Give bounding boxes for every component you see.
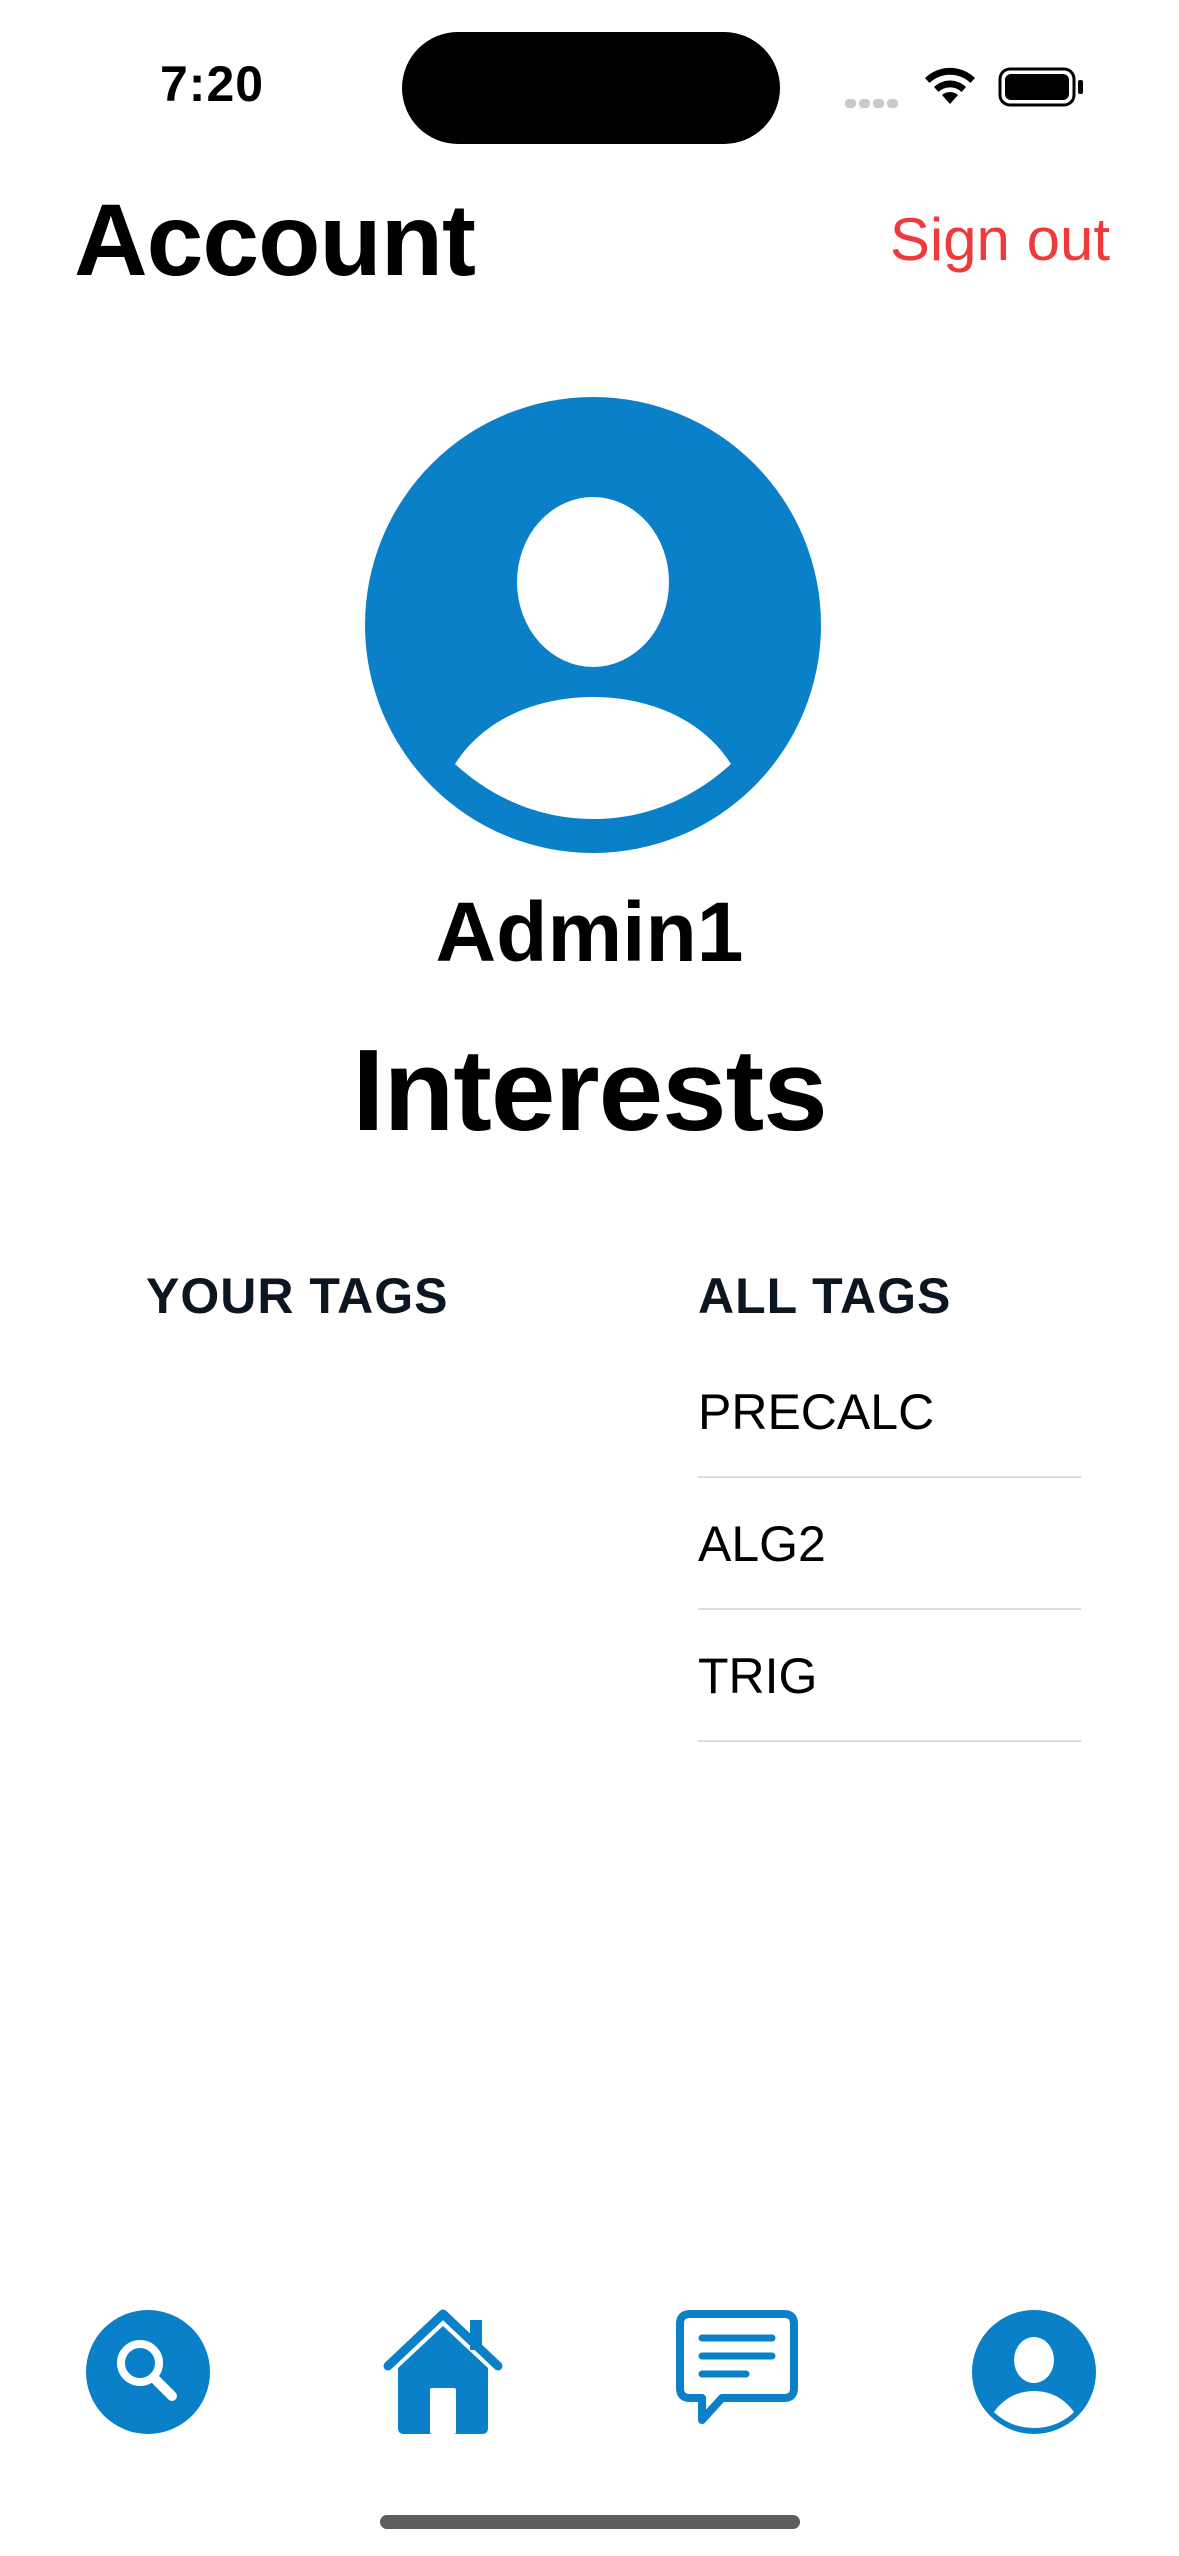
account-icon <box>972 2310 1096 2434</box>
all-tags-list: PRECALC ALG2 TRIG <box>698 1346 1081 1742</box>
wifi-icon <box>922 64 978 111</box>
tag-label: TRIG <box>698 1648 818 1704</box>
tag-item-alg2[interactable]: ALG2 <box>698 1478 1081 1610</box>
all-tags-header: ALL TAGS <box>698 1268 952 1324</box>
search-icon <box>86 2310 210 2434</box>
tab-search[interactable] <box>86 2310 210 2439</box>
username: Admin1 <box>435 885 744 979</box>
sign-out-button[interactable]: Sign out <box>860 200 1110 280</box>
tab-home[interactable] <box>380 2308 506 2441</box>
tab-messages[interactable] <box>674 2308 800 2441</box>
page-title: Account <box>74 183 476 297</box>
tag-item-trig[interactable]: TRIG <box>698 1610 1081 1742</box>
dynamic-island <box>402 32 780 144</box>
home-icon <box>383 2309 503 2434</box>
battery-icon <box>998 67 1086 112</box>
tab-account[interactable] <box>972 2310 1096 2439</box>
tag-label: ALG2 <box>698 1516 826 1572</box>
tag-label: PRECALC <box>698 1384 935 1440</box>
messages-icon <box>676 2310 798 2424</box>
your-tags-header: YOUR TAGS <box>146 1268 449 1324</box>
person-circle-icon <box>365 397 821 853</box>
cellular-signal-icon <box>845 95 901 113</box>
status-time: 7:20 <box>160 56 265 112</box>
tag-item-precalc[interactable]: PRECALC <box>698 1346 1081 1478</box>
interests-title: Interests <box>352 1025 828 1155</box>
avatar <box>365 397 821 858</box>
home-indicator <box>380 2515 800 2529</box>
